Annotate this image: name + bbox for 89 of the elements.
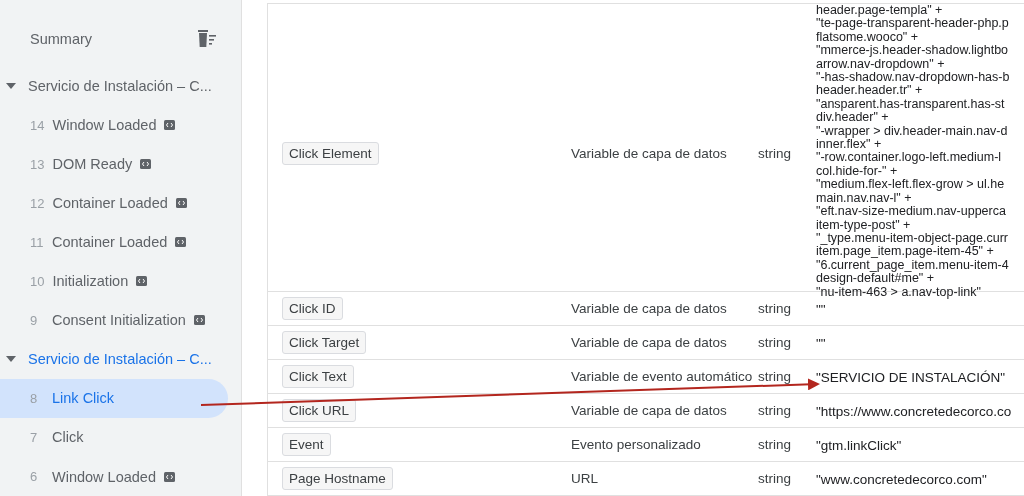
event-item[interactable]: 9 Consent Initialization — [0, 300, 228, 340]
value-line: "nu-item-463 > a.nav-top-link" — [816, 285, 982, 299]
value-line: main.nav.nav-l" + — [816, 191, 912, 206]
code-icon — [136, 276, 148, 287]
value-line: "6.current_page_item.menu-item-4 — [816, 258, 1010, 273]
variable-name: Click Text — [282, 365, 354, 388]
event-label: Consent Initialization — [52, 312, 186, 329]
container-group[interactable]: Servicio de Instalación – C... — [28, 78, 212, 95]
value-line: arrow.nav-dropdown" + — [816, 57, 945, 71]
value-line: "mmerce-js.header-shadow.lightbo — [816, 44, 1010, 58]
variable-value: "SERVICIO DE INSTALACIÓN" — [816, 369, 1006, 385]
event-label: Window Loaded — [52, 117, 157, 134]
event-item[interactable]: 12 Container Loaded — [0, 183, 228, 223]
variable-type: Variable de capa de datos — [571, 301, 728, 316]
data-type: string — [758, 369, 792, 384]
caret-icon[interactable] — [6, 83, 16, 90]
variable-value: "https://www.concretedecorco.co — [816, 403, 1012, 419]
code-icon — [175, 198, 187, 209]
event-number: 8 — [30, 390, 39, 406]
event-item[interactable]: 14 Window Loaded — [0, 105, 228, 145]
code-icon — [164, 471, 175, 482]
value-line: flatsome.wooco" + — [816, 30, 919, 45]
event-number: 13 — [30, 156, 45, 172]
event-item[interactable]: 13 DOM Ready — [0, 144, 228, 184]
value-line: inner.flex" + — [816, 138, 883, 152]
value-line: "te-page-transparent-header-php.p — [816, 17, 1010, 31]
variable-type: URL — [571, 471, 599, 486]
event-label: Container Loaded — [52, 234, 168, 251]
value-line: header.header.tr" + — [816, 84, 923, 98]
event-label: DOM Ready — [52, 156, 133, 173]
variable-type: Variable de evento automático — [571, 369, 754, 384]
variable-name: Event — [282, 433, 331, 456]
variable-value: "gtm.linkClick" — [816, 437, 902, 453]
data-type: string — [758, 471, 792, 486]
variable-value: "" — [816, 335, 826, 351]
code-icon — [140, 159, 152, 170]
data-type: string — [758, 301, 792, 316]
value-line: "-wrapper > div.header-main.nav-d — [816, 124, 1009, 138]
container-group[interactable]: Servicio de Instalación – C... — [28, 351, 212, 368]
value-line: "eft.nav-size-medium.nav-upperca — [816, 205, 1007, 219]
event-label: Link Click — [52, 390, 115, 407]
variable-type: Variable de capa de datos — [571, 335, 728, 350]
event-number: 11 — [30, 234, 44, 250]
event-number: 10 — [30, 273, 45, 289]
caret-icon[interactable] — [6, 356, 16, 363]
data-type: string — [758, 437, 792, 452]
value-line: design-default#me" + — [816, 272, 935, 286]
variable-name: Page Hostname — [282, 467, 393, 490]
data-type: string — [758, 335, 792, 350]
value-line: "ansparent.has-transparent.has-st — [816, 97, 1006, 112]
event-item[interactable]: 7 Click — [0, 417, 228, 457]
variable-type: Variable de capa de datos — [571, 145, 728, 161]
variable-name: Click ID — [282, 297, 343, 320]
value-line: col.hide-for-" + — [816, 164, 898, 179]
event-item[interactable]: 10 Initialization — [0, 261, 228, 301]
code-icon — [175, 237, 187, 248]
event-number: 12 — [30, 195, 45, 211]
variable-type: Evento personalizado — [571, 437, 702, 452]
variable-name: Click Element — [282, 141, 379, 165]
variable-value: "" — [816, 301, 826, 317]
event-label: Container Loaded — [52, 195, 168, 212]
value-line: "_type.menu-item-object-page.curr — [816, 231, 1010, 246]
delete-list-icon[interactable] — [197, 30, 217, 48]
data-type: string — [758, 145, 792, 161]
value-line: item.page_item.page-item-45" + — [816, 245, 994, 259]
summary-label[interactable]: Summary — [30, 30, 93, 47]
data-type: string — [758, 403, 792, 418]
value-line: "medium.flex-left.flex-grow > ul.he — [816, 178, 1006, 192]
value-line: header.page-templa" + — [816, 4, 944, 18]
event-number: 9 — [30, 312, 39, 328]
variable-value: "www.concretedecorco.com" — [816, 471, 987, 487]
event-number: 6 — [30, 469, 39, 484]
value-line: item-type-post" + — [816, 218, 911, 232]
event-label: Click — [52, 429, 84, 446]
variable-name: Click Target — [282, 331, 367, 354]
event-number: 14 — [30, 117, 45, 133]
value-line: div.header" + — [816, 111, 889, 125]
event-item[interactable]: 6 Window Loaded — [0, 457, 228, 496]
variable-type: Variable de capa de datos — [571, 403, 728, 418]
event-label: Initialization — [52, 273, 129, 290]
code-icon — [164, 120, 176, 131]
event-item[interactable]: 11 Container Loaded — [0, 222, 228, 262]
variable-name: Click URL — [282, 399, 356, 422]
event-label: Window Loaded — [52, 468, 156, 485]
event-number: 7 — [30, 429, 39, 445]
code-icon — [193, 315, 205, 326]
value-line: "-has-shadow.nav-dropdown-has-b — [816, 71, 1011, 85]
value-line: "-row.container.logo-left.medium-l — [816, 151, 1003, 165]
event-item[interactable]: 8 Link Click — [0, 378, 228, 418]
